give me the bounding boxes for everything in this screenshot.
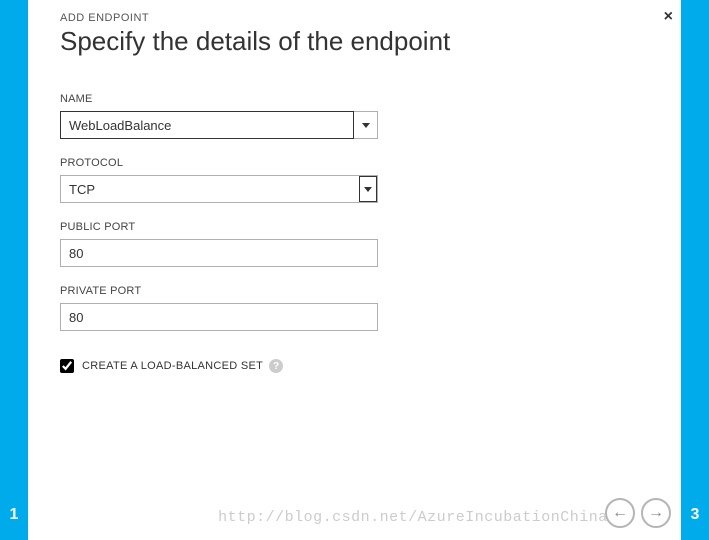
- wizard-nav: ← →: [605, 498, 671, 528]
- name-input[interactable]: [60, 111, 354, 139]
- protocol-label: PROTOCOL: [60, 157, 649, 169]
- wizard-main-panel: × ADD ENDPOINT Specify the details of th…: [28, 0, 681, 540]
- load-balanced-row: CREATE A LOAD-BALANCED SET ?: [60, 359, 649, 373]
- load-balanced-label: CREATE A LOAD-BALANCED SET: [82, 360, 263, 372]
- chevron-down-icon: [362, 123, 370, 128]
- breadcrumb: ADD ENDPOINT: [60, 12, 649, 24]
- public-port-label: PUBLIC PORT: [60, 221, 649, 233]
- protocol-select[interactable]: TCP: [60, 175, 378, 203]
- next-button[interactable]: →: [641, 498, 671, 528]
- wizard-right-rail: 3: [681, 0, 709, 540]
- name-dropdown-button[interactable]: [354, 111, 378, 139]
- wizard-left-rail: 1: [0, 0, 28, 540]
- name-field-row: [60, 111, 649, 139]
- arrow-right-icon: →: [648, 505, 664, 521]
- private-port-label: PRIVATE PORT: [60, 285, 649, 297]
- wizard-step-right: 3: [681, 506, 709, 524]
- load-balanced-checkbox[interactable]: [60, 359, 74, 373]
- help-icon[interactable]: ?: [269, 359, 283, 373]
- private-port-input[interactable]: [60, 303, 378, 331]
- name-label: NAME: [60, 93, 649, 105]
- page-title: Specify the details of the endpoint: [60, 26, 649, 57]
- protocol-field-row: TCP: [60, 175, 378, 203]
- arrow-left-icon: ←: [612, 505, 628, 521]
- back-button[interactable]: ←: [605, 498, 635, 528]
- wizard-step-left: 1: [0, 506, 28, 524]
- close-icon[interactable]: ×: [664, 8, 673, 26]
- watermark-text: http://blog.csdn.net/AzureIncubationChin…: [218, 509, 608, 526]
- public-port-input[interactable]: [60, 239, 378, 267]
